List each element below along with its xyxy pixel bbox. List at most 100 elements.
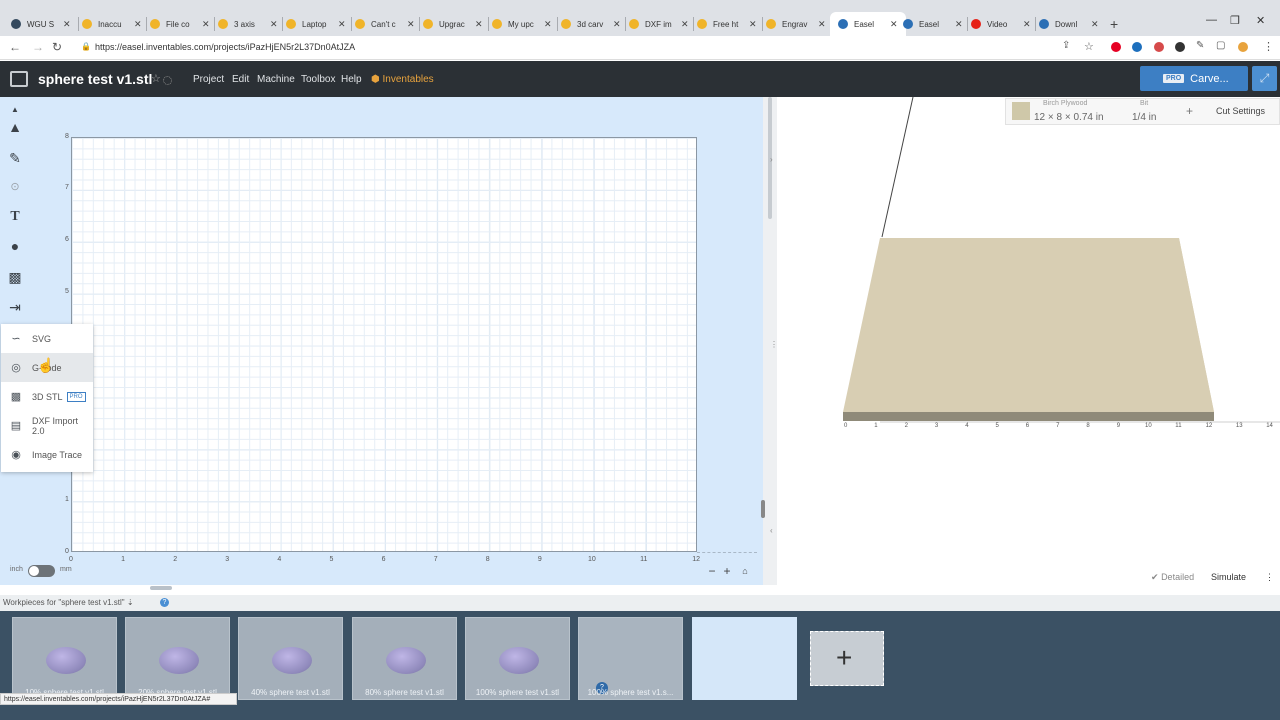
extension-icon[interactable]: [1154, 42, 1164, 52]
browser-tab[interactable]: Easel ✕: [903, 14, 963, 34]
cut-settings-button[interactable]: Cut Settings: [1216, 106, 1265, 116]
detailed-toggle[interactable]: ✔ Detailed: [1151, 572, 1194, 583]
tab-close-icon[interactable]: ✕: [749, 19, 757, 30]
extension-icon[interactable]: [1132, 42, 1142, 52]
add-workpiece-button[interactable]: +: [810, 631, 884, 686]
tab-close-icon[interactable]: ✕: [1023, 19, 1031, 30]
browser-tab[interactable]: 3d carv ✕: [561, 14, 621, 34]
browser-tab[interactable]: Video ✕: [971, 14, 1031, 34]
menu-project[interactable]: Project: [193, 74, 224, 85]
back-icon[interactable]: ←: [9, 40, 21, 54]
extensions-puzzle-icon[interactable]: ✎: [1196, 40, 1204, 51]
import-dxf[interactable]: ▤ DXF Import 2.0: [1, 411, 93, 440]
easel-logo-icon[interactable]: [10, 71, 28, 87]
browser-tab[interactable]: Easel ✕: [830, 12, 906, 36]
workpiece-thumbnail[interactable]: 40% sphere test v1.stl: [238, 617, 343, 700]
3d-preview-panel[interactable]: [778, 96, 1280, 595]
favorite-star-icon[interactable]: ☆: [151, 72, 161, 85]
forward-icon[interactable]: →: [32, 40, 44, 54]
add-bit-icon[interactable]: +: [1186, 104, 1193, 118]
tab-close-icon[interactable]: ✕: [1091, 19, 1099, 30]
close-window-icon[interactable]: ✕: [1256, 14, 1265, 27]
menu-inventables[interactable]: ⬢ Inventables: [371, 74, 434, 85]
menu-toolbox[interactable]: Toolbox: [301, 74, 335, 85]
tab-close-icon[interactable]: ✕: [544, 19, 552, 30]
text-icon[interactable]: T: [6, 208, 24, 226]
zoom-out-button[interactable]: −: [705, 564, 719, 578]
fullscreen-preview-icon[interactable]: ⤢: [1252, 66, 1277, 91]
browser-tab[interactable]: My upc ✕: [492, 14, 552, 34]
zoom-in-button[interactable]: +: [720, 564, 734, 578]
browser-tab[interactable]: Inaccu ✕: [82, 14, 142, 34]
bit-value[interactable]: 1/4 in: [1132, 112, 1156, 123]
tab-close-icon[interactable]: ✕: [613, 19, 621, 30]
browser-tab[interactable]: Laptop ✕: [286, 14, 346, 34]
tab-close-icon[interactable]: ✕: [134, 19, 142, 30]
unit-toggle[interactable]: [28, 565, 55, 577]
workpiece-thumbnail[interactable]: 20% sphere test v1.stl: [125, 617, 230, 700]
point-icon[interactable]: ⊙: [6, 178, 24, 196]
browser-tab[interactable]: Free ht ✕: [697, 14, 757, 34]
browser-tab[interactable]: Can't c ✕: [355, 14, 415, 34]
collapse-arrow-icon[interactable]: ▲: [6, 101, 24, 119]
drag-handle-icon[interactable]: ⋮: [770, 340, 778, 349]
tab-close-icon[interactable]: ✕: [63, 19, 71, 30]
side-panel-icon[interactable]: ▢: [1216, 40, 1225, 51]
pen-icon[interactable]: ✎: [6, 149, 24, 167]
3d-box-icon[interactable]: ▩: [6, 268, 24, 286]
tab-close-icon[interactable]: ✕: [955, 19, 963, 30]
browser-tab[interactable]: Downl ✕: [1039, 14, 1099, 34]
browser-tab[interactable]: DXF im ✕: [629, 14, 689, 34]
tab-close-icon[interactable]: ✕: [270, 19, 278, 30]
material-dimensions[interactable]: 12 × 8 × 0.74 in: [1034, 112, 1104, 123]
more-options-icon[interactable]: ⋮: [1265, 572, 1274, 583]
browser-menu-icon[interactable]: ⋮: [1263, 40, 1274, 53]
workpiece-thumbnail[interactable]: ? 100% sphere test v1.s...: [578, 617, 683, 700]
carve-button[interactable]: PRO Carve...: [1140, 66, 1248, 91]
material-name[interactable]: Birch Plywood: [1043, 100, 1087, 107]
tab-close-icon[interactable]: ✕: [407, 19, 415, 30]
tab-close-icon[interactable]: ✕: [890, 19, 898, 30]
browser-tab[interactable]: Upgrac ✕: [423, 14, 483, 34]
workpiece-thumbnail[interactable]: 80% sphere test v1.stl: [352, 617, 457, 700]
workpiece-thumbnail[interactable]: 100% sphere test v1.stl: [465, 617, 570, 700]
expand-preview-icon[interactable]: ‹: [770, 526, 773, 535]
menu-edit[interactable]: Edit: [232, 74, 249, 85]
workpieces-title[interactable]: Workpieces for "sphere test v1.stl" ⇣: [3, 598, 134, 607]
tab-close-icon[interactable]: ✕: [818, 19, 826, 30]
project-title[interactable]: sphere test v1.stl: [38, 71, 152, 87]
pinterest-extension-icon[interactable]: [1111, 42, 1121, 52]
material-grid[interactable]: [71, 137, 697, 552]
url-field[interactable]: https://easel.inventables.com/projects/i…: [95, 42, 355, 52]
panel-resize-handle[interactable]: [761, 500, 765, 518]
workpiece-thumbnail[interactable]: [692, 617, 797, 700]
restore-icon[interactable]: ❐: [1230, 14, 1240, 27]
help-icon[interactable]: ?: [160, 598, 169, 607]
horizontal-scrollbar[interactable]: [150, 586, 172, 590]
new-tab-button[interactable]: +: [1110, 16, 1118, 32]
simulate-button[interactable]: Simulate: [1211, 572, 1246, 582]
collapse-preview-icon[interactable]: ›: [770, 155, 773, 164]
shapes-icon[interactable]: ▲: [6, 118, 24, 136]
extension-icon[interactable]: [1175, 42, 1185, 52]
browser-tab[interactable]: 3 axis ✕: [218, 14, 278, 34]
reload-icon[interactable]: ↻: [52, 40, 62, 54]
apps-apple-icon[interactable]: ●: [6, 237, 24, 255]
browser-tab[interactable]: Engrav ✕: [766, 14, 826, 34]
minimize-icon[interactable]: —: [1206, 14, 1217, 26]
bookmark-star-icon[interactable]: ☆: [1084, 40, 1094, 53]
import-svg[interactable]: ∽ SVG: [1, 324, 93, 353]
import-image-trace[interactable]: ◉ Image Trace: [1, 440, 93, 469]
tab-close-icon[interactable]: ✕: [475, 19, 483, 30]
menu-help[interactable]: Help: [341, 74, 362, 85]
material-swatch[interactable]: [1012, 102, 1030, 120]
browser-tab[interactable]: File co ✕: [150, 14, 210, 34]
extension-icon[interactable]: [1238, 42, 1248, 52]
share-icon[interactable]: ⇪: [1062, 40, 1070, 51]
workpiece-thumbnail[interactable]: 10% sphere test v1.stl: [12, 617, 117, 700]
tab-close-icon[interactable]: ✕: [681, 19, 689, 30]
home-view-icon[interactable]: ⌂: [738, 564, 752, 578]
tab-close-icon[interactable]: ✕: [202, 19, 210, 30]
import-icon[interactable]: ⇥: [6, 298, 24, 316]
import-3d-stl[interactable]: ▩ 3D STL PRO: [1, 382, 93, 411]
